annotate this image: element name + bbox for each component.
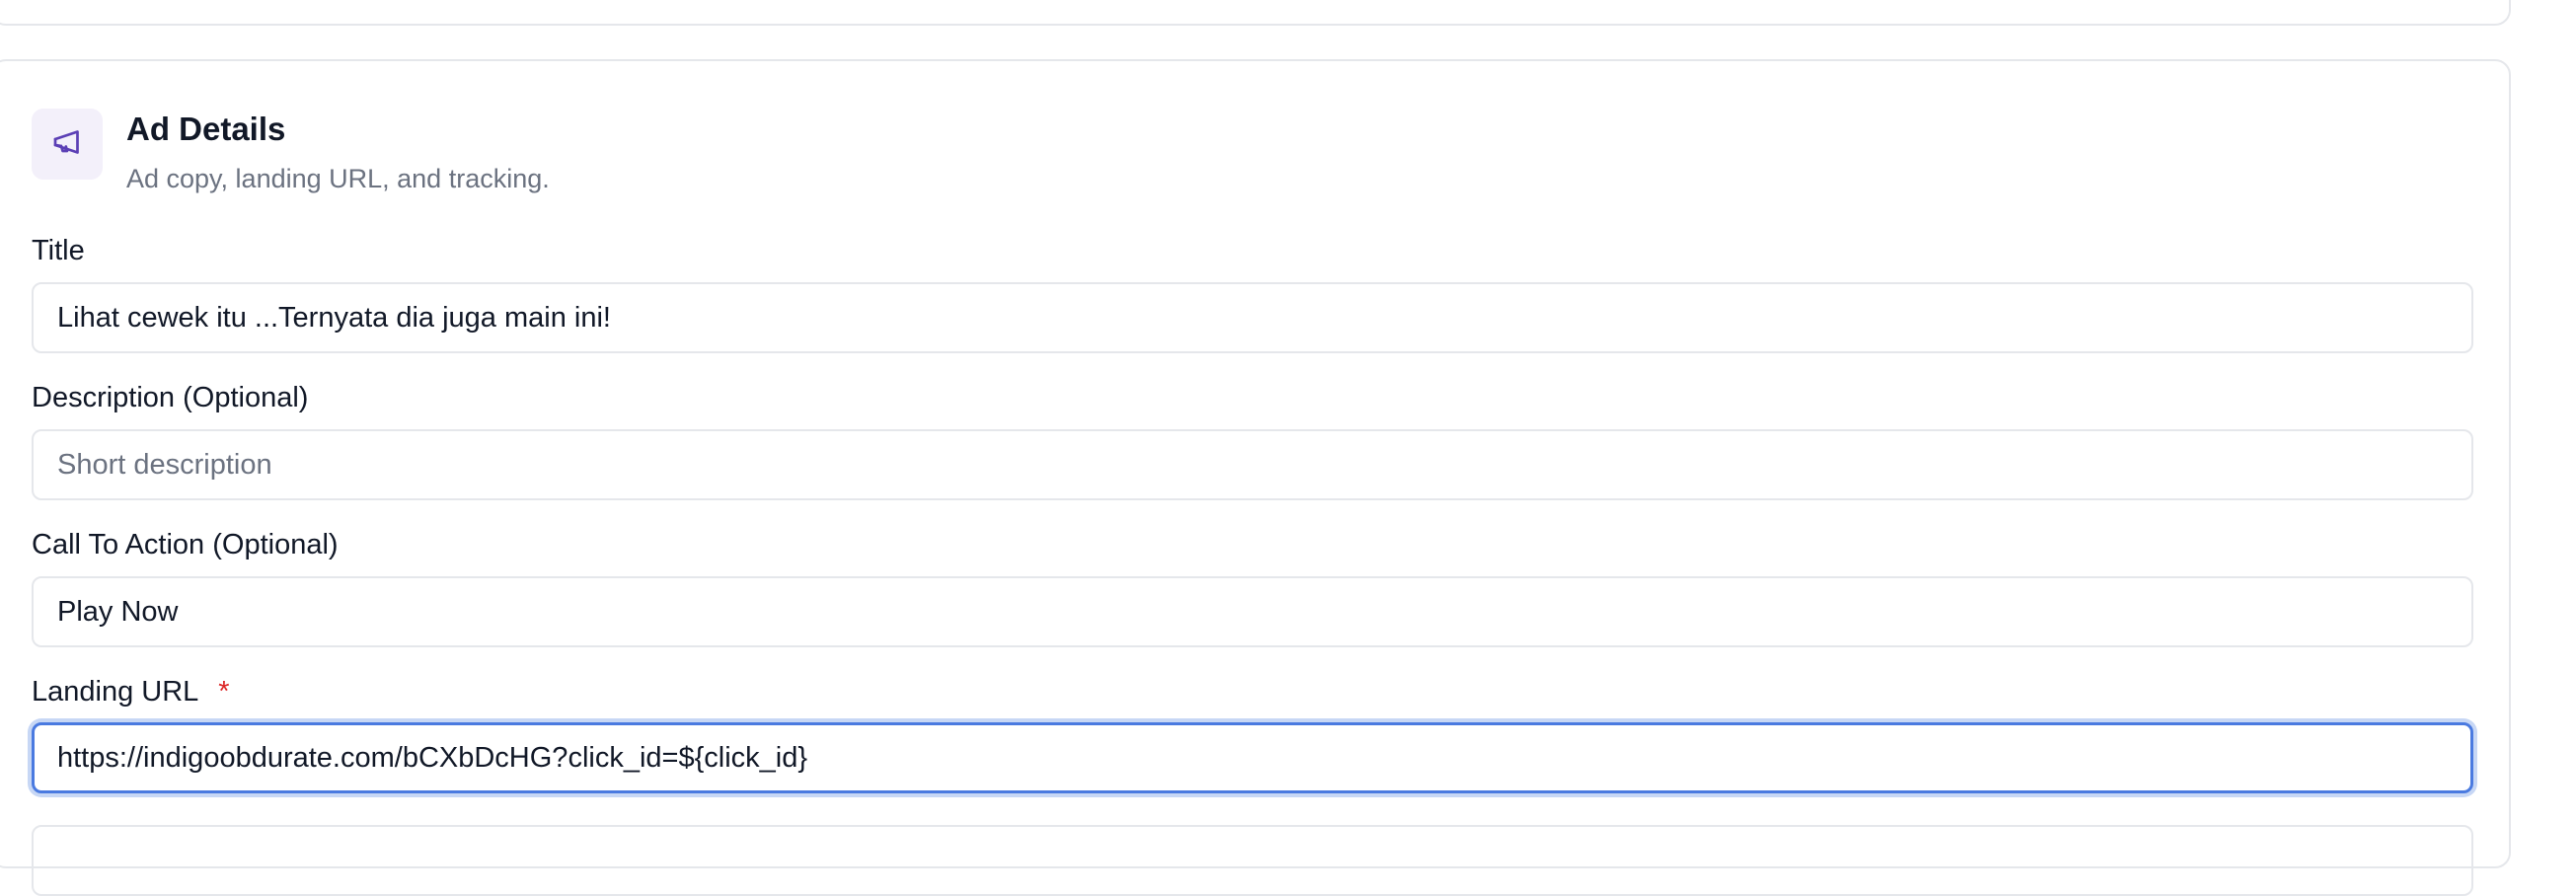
description-label: Description (Optional) bbox=[32, 382, 309, 413]
megaphone-icon bbox=[49, 124, 85, 165]
section-title: Ad Details bbox=[126, 111, 286, 147]
cta-label: Call To Action (Optional) bbox=[32, 529, 339, 560]
landing-url-input[interactable]: https://indigoobdurate.com/bCXbDcHG?clic… bbox=[32, 722, 2473, 793]
previous-section-card bbox=[0, 0, 2511, 26]
section-subtitle: Ad copy, landing URL, and tracking. bbox=[126, 164, 550, 193]
required-marker: * bbox=[218, 676, 230, 708]
cta-input[interactable]: Play Now bbox=[32, 576, 2473, 647]
title-label: Title bbox=[32, 235, 85, 266]
next-field-partial[interactable] bbox=[32, 825, 2473, 896]
section-icon-container bbox=[32, 109, 103, 180]
landing-url-label: Landing URL * bbox=[32, 676, 230, 709]
description-input[interactable]: Short description bbox=[32, 429, 2473, 500]
title-input[interactable]: Lihat cewek itu ...Ternyata dia juga mai… bbox=[32, 282, 2473, 353]
landing-url-label-text: Landing URL bbox=[32, 676, 199, 708]
